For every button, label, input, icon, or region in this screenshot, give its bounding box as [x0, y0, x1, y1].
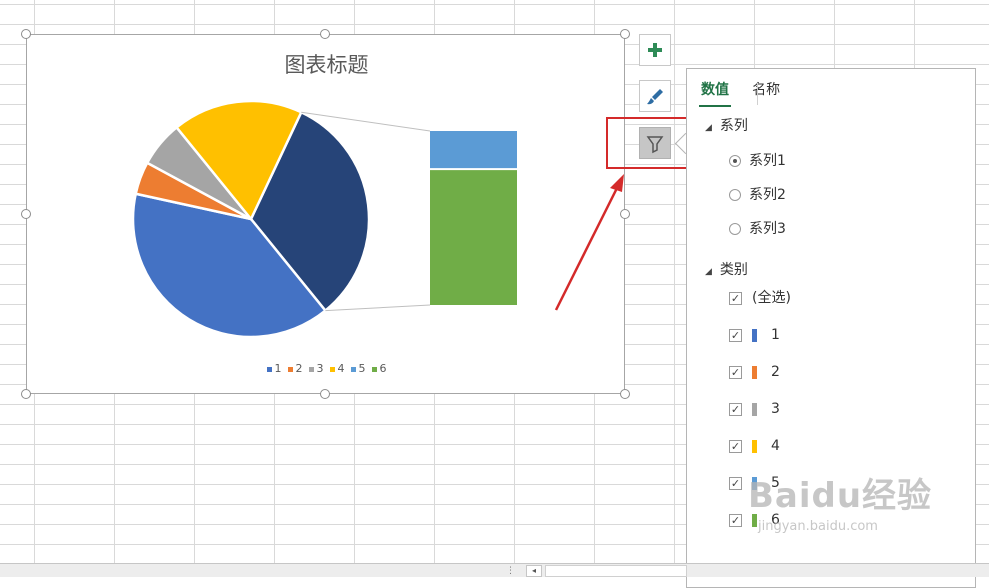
category-label: (全选): [752, 290, 791, 306]
legend-swatch: [371, 366, 377, 372]
series-option-1[interactable]: 系列1: [729, 151, 786, 171]
category-label: 2: [771, 364, 780, 380]
tab-divider: [757, 83, 758, 105]
category-label: 4: [771, 438, 780, 454]
legend-item-6[interactable]: 6: [371, 362, 387, 375]
bar-segment-6[interactable]: [430, 170, 517, 305]
legend-item-1[interactable]: 1: [266, 362, 282, 375]
resize-handle-bottom-center[interactable]: [320, 389, 330, 399]
checkbox[interactable]: ✓: [729, 439, 742, 453]
series-connector-line: [325, 304, 431, 312]
legend-swatch: [350, 366, 356, 372]
resize-handle-bottom-right[interactable]: [620, 389, 630, 399]
series-option-2[interactable]: 系列2: [729, 185, 786, 205]
series-label: 系列3: [749, 221, 786, 237]
category-select-all[interactable]: ✓ (全选): [729, 288, 791, 308]
series-section-header[interactable]: ◢ 系列: [705, 115, 748, 135]
checkbox[interactable]: ✓: [729, 476, 742, 490]
baidu-watermark: Baidu经验 jingyan.baidu.com: [748, 468, 948, 558]
watermark-url: jingyan.baidu.com: [758, 519, 878, 534]
category-heading: 类别: [719, 262, 748, 278]
series-label: 系列1: [749, 153, 786, 169]
series-option-3[interactable]: 系列3: [729, 219, 786, 239]
legend-label: 5: [358, 362, 366, 375]
legend-item-3[interactable]: 3: [308, 362, 324, 375]
legend-label: 2: [295, 362, 303, 375]
legend-label: 3: [316, 362, 324, 375]
tab-values[interactable]: 数值: [699, 79, 731, 107]
legend-label: 6: [379, 362, 387, 375]
resize-handle-bottom-left[interactable]: [21, 389, 31, 399]
bottom-scroll-bar: ⋮ ◂: [0, 563, 989, 577]
checkbox[interactable]: ✓: [729, 291, 742, 305]
checkbox[interactable]: ✓: [729, 513, 742, 527]
category-label: 1: [771, 327, 780, 343]
series-label: 系列2: [749, 187, 786, 203]
resize-handle-top-left[interactable]: [21, 29, 31, 39]
category-option-1[interactable]: ✓ 1: [729, 325, 780, 345]
plus-icon: [648, 43, 662, 57]
legend-item-2[interactable]: 2: [287, 362, 303, 375]
series-heading: 系列: [719, 118, 748, 134]
category-color-swatch: [752, 365, 757, 379]
split-grip-icon[interactable]: ⋮: [506, 566, 515, 576]
radio-button[interactable]: [729, 223, 741, 235]
watermark-logo-text: Baidu经验: [748, 476, 933, 516]
category-section-header[interactable]: ◢ 类别: [705, 259, 748, 279]
bar-segment-5[interactable]: [430, 131, 517, 169]
category-option-2[interactable]: ✓ 2: [729, 362, 780, 382]
radio-button[interactable]: [729, 189, 741, 201]
collapse-triangle-icon: ◢: [705, 267, 712, 277]
chart-legend[interactable]: 123456: [27, 362, 626, 375]
checkbox[interactable]: ✓: [729, 402, 742, 416]
brush-icon: [647, 89, 663, 105]
legend-swatch: [266, 366, 272, 372]
resize-handle-top-right[interactable]: [620, 29, 630, 39]
horizontal-scrollbar[interactable]: [545, 565, 687, 577]
checkbox[interactable]: ✓: [729, 328, 742, 342]
resize-handle-middle-left[interactable]: [21, 209, 31, 219]
resize-handle-middle-right[interactable]: [620, 209, 630, 219]
legend-swatch: [287, 366, 293, 372]
category-option-4[interactable]: ✓ 4: [729, 436, 780, 456]
legend-swatch: [329, 366, 335, 372]
resize-handle-top-center[interactable]: [320, 29, 330, 39]
collapse-triangle-icon: ◢: [705, 123, 712, 133]
legend-swatch: [308, 366, 314, 372]
pie-of-pie-chart[interactable]: 图表标题 123456: [26, 34, 625, 394]
category-color-swatch: [752, 328, 757, 342]
pane-tabs: 数值 名称: [699, 79, 796, 109]
scroll-left-button[interactable]: ◂: [526, 565, 542, 577]
chart-elements-button[interactable]: [639, 34, 671, 66]
legend-item-5[interactable]: 5: [350, 362, 366, 375]
category-color-swatch: [752, 439, 757, 453]
category-label: 3: [771, 401, 780, 417]
legend-label: 4: [337, 362, 345, 375]
tab-names[interactable]: 名称: [750, 79, 782, 105]
checkbox[interactable]: ✓: [729, 365, 742, 379]
legend-item-4[interactable]: 4: [329, 362, 345, 375]
chart-styles-button[interactable]: [639, 80, 671, 112]
category-color-swatch: [752, 402, 757, 416]
legend-label: 1: [274, 362, 282, 375]
category-option-3[interactable]: ✓ 3: [729, 399, 780, 419]
radio-button[interactable]: [729, 155, 741, 167]
chart-plot-area: [131, 99, 517, 339]
